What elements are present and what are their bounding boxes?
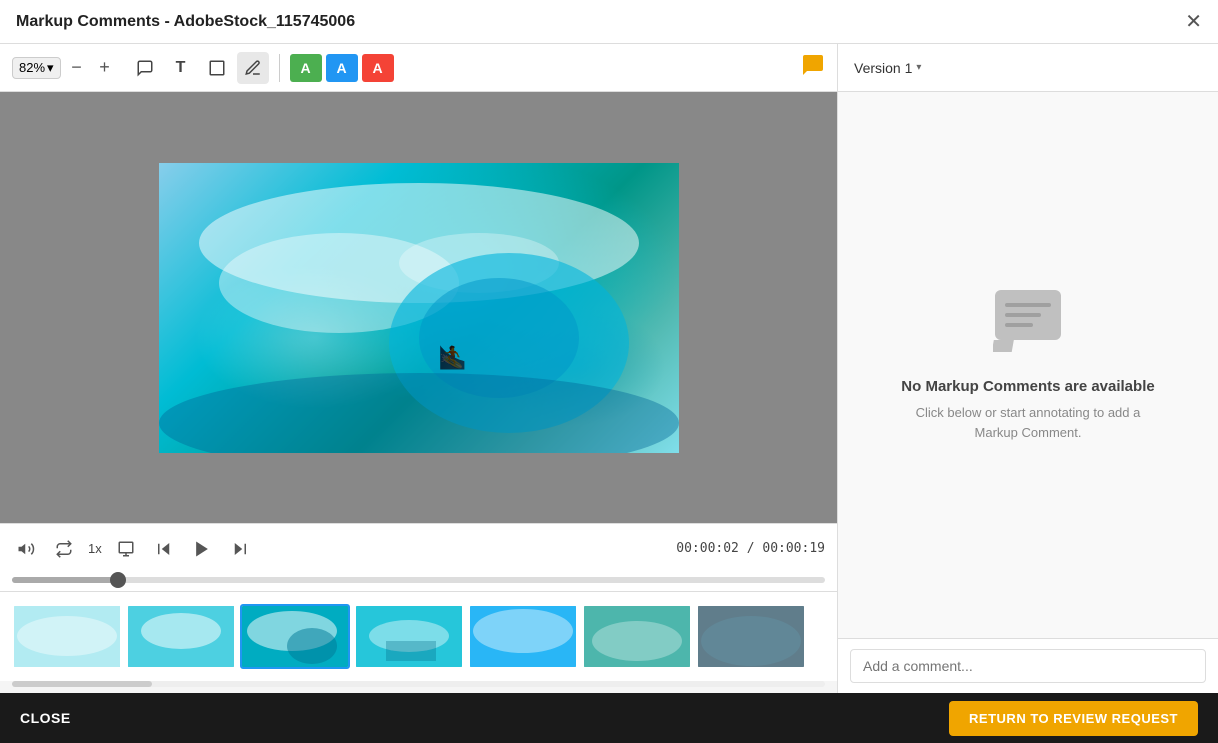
version-label: Version 1 <box>854 60 912 76</box>
volume-button[interactable] <box>12 535 40 563</box>
zoom-in-button[interactable]: + <box>93 56 117 80</box>
main-content: 82% ▾ − + T <box>0 44 1218 693</box>
filmstrip-scrollbar-thumb[interactable] <box>12 681 152 687</box>
video-frame: 🏄 <box>159 163 679 453</box>
no-comments-subtitle: Click below or start annotating to add a… <box>908 403 1148 442</box>
frame-thumb-svg-5 <box>470 606 576 667</box>
scrubber-thumb[interactable] <box>110 572 126 588</box>
zoom-dropdown[interactable]: 82% ▾ <box>12 57 61 79</box>
frame-thumbnail-6 <box>584 606 690 667</box>
draw-tool-button[interactable] <box>237 52 269 84</box>
filmstrip-frame-1[interactable] <box>12 604 122 669</box>
annotation-green-button[interactable]: A <box>290 54 322 82</box>
return-button[interactable]: RETURN TO REVIEW REQUEST <box>949 701 1198 736</box>
scrubber-fill <box>12 577 118 583</box>
scrubber-track[interactable] <box>12 577 825 583</box>
frame-thumb-svg-7 <box>698 606 804 667</box>
dialog-title: Markup Comments - AdobeStock_115745006 <box>16 13 355 31</box>
text-tool-button[interactable]: T <box>165 52 197 84</box>
comments-area: No Markup Comments are available Click b… <box>838 92 1218 638</box>
time-display: 00:00:02 / 00:00:19 <box>676 541 825 556</box>
zoom-dropdown-icon: ▾ <box>47 60 54 76</box>
version-selector[interactable]: Version 1 ▾ <box>854 60 921 76</box>
filmstrip-frame-6[interactable] <box>582 604 692 669</box>
surfer-silhouette: 🏄 <box>439 345 466 371</box>
comment-tool-button[interactable] <box>129 52 161 84</box>
total-time: 00:00:19 <box>762 541 825 556</box>
no-comments-icon-container <box>993 288 1063 358</box>
comment-input-bar <box>838 638 1218 693</box>
current-time: 00:00:02 <box>676 541 739 556</box>
frame-thumb-svg <box>14 606 120 667</box>
frame-thumb-svg-4 <box>356 606 462 667</box>
skip-back-button[interactable] <box>150 535 178 563</box>
toolbar-top: 82% ▾ − + T <box>0 44 837 92</box>
comment-input[interactable] <box>850 649 1206 683</box>
scrubber-container <box>0 573 837 591</box>
filmstrip-frame-2[interactable] <box>126 604 236 669</box>
loop-button[interactable] <box>50 535 78 563</box>
playback-speed: 1x <box>88 541 102 556</box>
frame-thumbnail-5 <box>470 606 576 667</box>
zoom-control: 82% ▾ − + <box>12 56 117 80</box>
wave-svg <box>159 163 679 453</box>
filmstrip-frame-7[interactable] <box>696 604 806 669</box>
controls-bar: 1x <box>0 523 837 573</box>
title-bar: Markup Comments - AdobeStock_115745006 ✕ <box>0 0 1218 44</box>
fullscreen-button[interactable] <box>112 535 140 563</box>
rect-tool-button[interactable] <box>201 52 233 84</box>
close-x-button[interactable]: ✕ <box>1185 12 1202 32</box>
filmstrip-frame-3[interactable] <box>240 604 350 669</box>
frame-thumbnail-3 <box>242 606 348 667</box>
frame-thumb-svg-2 <box>128 606 234 667</box>
close-button[interactable]: CLOSE <box>20 710 71 726</box>
zoom-level: 82% <box>19 60 45 75</box>
bottom-bar: CLOSE RETURN TO REVIEW REQUEST <box>0 693 1218 743</box>
no-comments-icon <box>993 288 1063 353</box>
filmstrip-frame-5[interactable] <box>468 604 578 669</box>
play-button[interactable] <box>188 535 216 563</box>
annotation-red-button[interactable]: A <box>362 54 394 82</box>
video-display-area: 🏄 <box>0 92 837 523</box>
chat-bubble-icon <box>801 53 825 83</box>
frame-thumbnail-4 <box>356 606 462 667</box>
toolbar-divider <box>279 54 280 82</box>
right-panel: Version 1 ▾ No Markup Comments <box>838 44 1218 693</box>
frame-thumbnail-2 <box>128 606 234 667</box>
filmstrip <box>0 591 837 681</box>
filmstrip-frame-4[interactable] <box>354 604 464 669</box>
skip-forward-button[interactable] <box>226 535 254 563</box>
version-caret-icon: ▾ <box>916 62 921 73</box>
left-panel: 82% ▾ − + T <box>0 44 838 693</box>
annotation-blue-button[interactable]: A <box>326 54 358 82</box>
frame-thumb-svg-3 <box>242 606 348 667</box>
right-panel-header: Version 1 ▾ <box>838 44 1218 92</box>
frame-thumbnail-1 <box>14 606 120 667</box>
modal-container: Markup Comments - AdobeStock_115745006 ✕… <box>0 0 1218 743</box>
no-comments-title: No Markup Comments are available <box>901 378 1154 395</box>
frame-thumbnail-7 <box>698 606 804 667</box>
frame-thumb-svg-6 <box>584 606 690 667</box>
zoom-out-button[interactable]: − <box>65 56 89 80</box>
filmstrip-scrollbar[interactable] <box>12 681 825 687</box>
